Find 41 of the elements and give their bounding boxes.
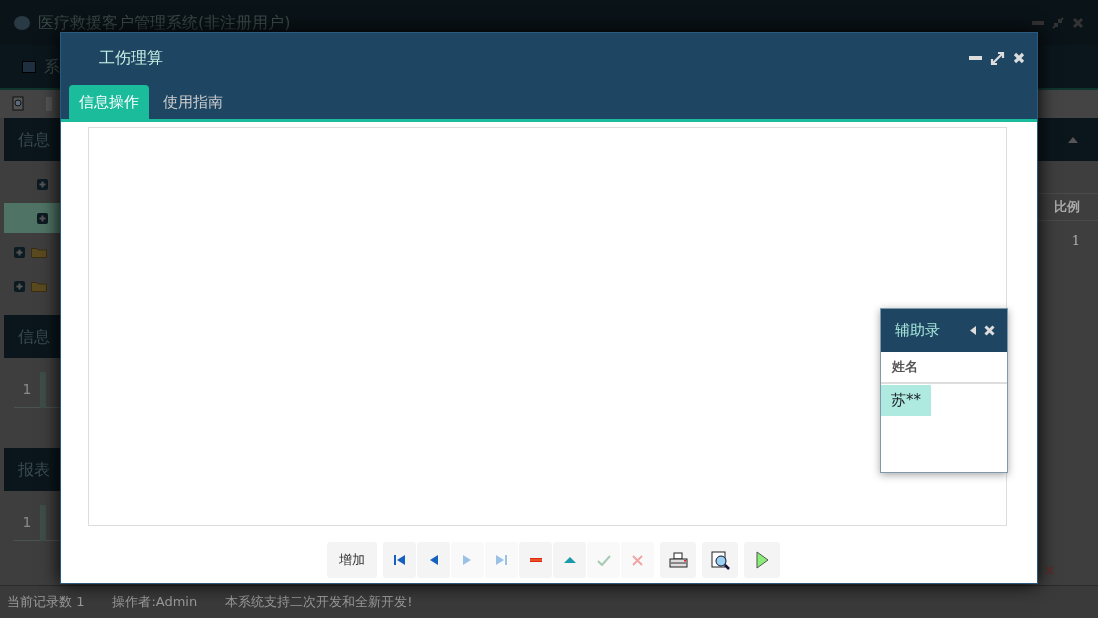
status-text: 当前记录数 1 <box>7 593 85 612</box>
folder-icon[interactable] <box>31 280 47 292</box>
toolbar-button[interactable] <box>702 542 738 578</box>
row-number: 1 <box>21 380 33 399</box>
status-text: 本系统支持二次开发和全新开发! <box>225 593 413 612</box>
minus-icon <box>529 558 542 562</box>
folder-icon[interactable] <box>31 246 47 258</box>
menu-icon <box>22 60 36 73</box>
dialog-title: 工伤理算 <box>99 47 163 69</box>
app-logo-icon <box>14 15 30 30</box>
first-icon <box>394 554 405 566</box>
expand-icon[interactable] <box>14 280 25 292</box>
name-cell[interactable]: 苏** <box>881 385 931 416</box>
row-number: 1 <box>21 513 33 532</box>
expand-icon[interactable] <box>37 212 48 224</box>
restore-icon[interactable] <box>1052 16 1064 29</box>
add-button[interactable]: 增加 <box>327 542 377 578</box>
toolbar-button[interactable] <box>383 542 416 578</box>
minimize-icon[interactable] <box>1032 20 1044 25</box>
play-icon <box>755 551 769 569</box>
popup-title: 辅助录 <box>895 320 941 342</box>
right-triangle-icon <box>463 554 472 566</box>
up-triangle-icon <box>563 557 576 563</box>
collapse-left-icon[interactable] <box>970 326 976 335</box>
expand-icon[interactable] <box>37 178 48 190</box>
column-header: 比例 <box>1053 198 1081 217</box>
collapse-up-icon[interactable] <box>1068 136 1078 143</box>
toolbar-button[interactable] <box>417 542 450 578</box>
printer-icon <box>668 552 688 568</box>
left-triangle-icon <box>429 554 438 566</box>
last-icon <box>496 554 507 566</box>
toolbar-button[interactable] <box>660 542 696 578</box>
check-icon <box>596 554 611 566</box>
table-cell-text: 1 <box>1070 232 1081 251</box>
maximize-icon[interactable] <box>990 50 1005 66</box>
tab[interactable]: 使用指南 <box>153 84 233 119</box>
status-text: 操作者:Admin <box>112 593 198 612</box>
search-icon[interactable] <box>12 96 26 112</box>
expand-icon[interactable] <box>14 246 25 258</box>
page-magnifier-icon <box>710 550 730 570</box>
cancel-icon <box>632 554 643 566</box>
